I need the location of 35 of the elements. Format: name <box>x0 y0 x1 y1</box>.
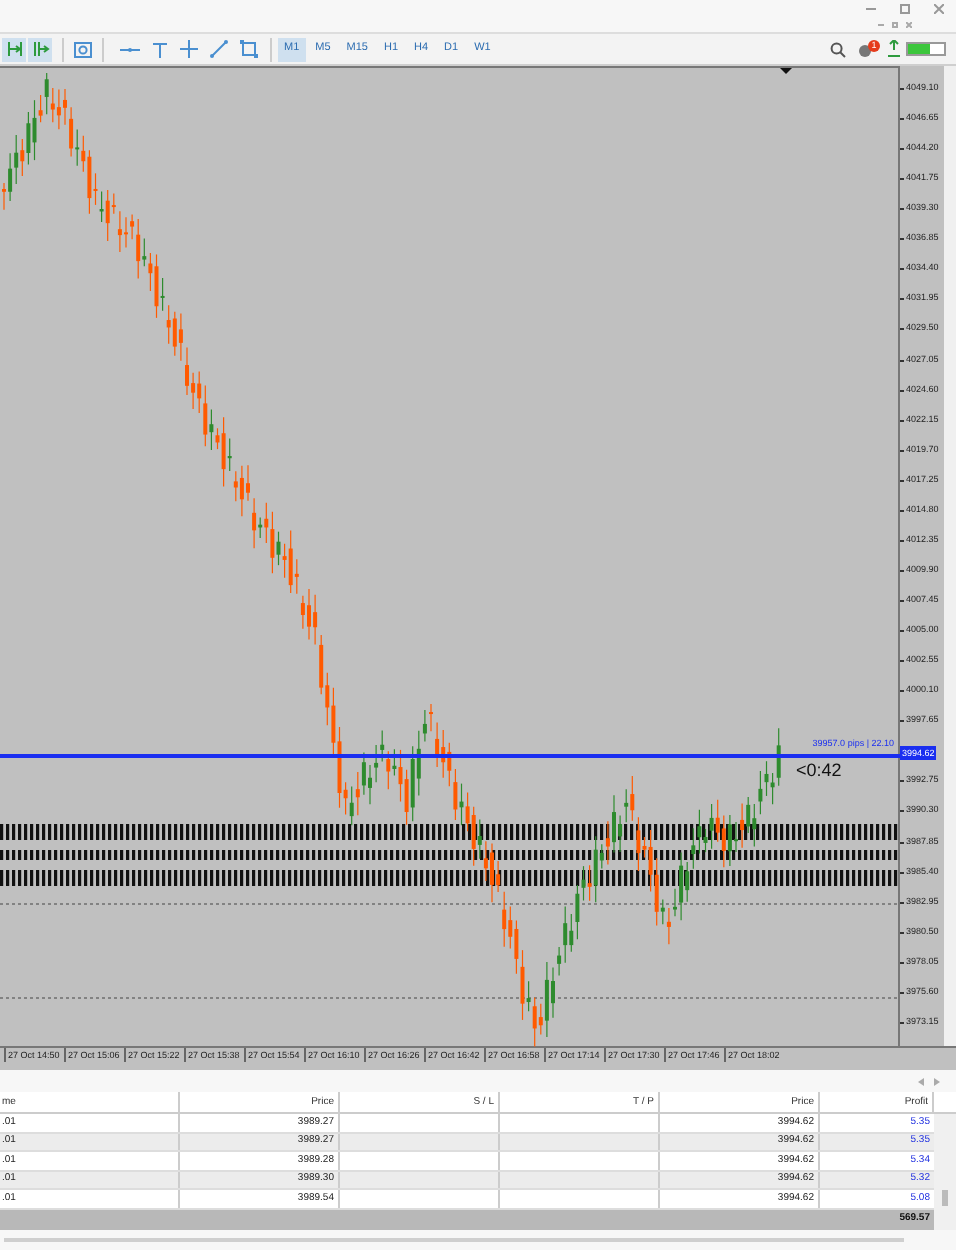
axis-tick <box>900 118 904 121</box>
close-icon[interactable] <box>906 22 912 28</box>
notification-icon[interactable] <box>858 43 872 57</box>
close-icon[interactable] <box>934 4 944 14</box>
scroll-left-icon[interactable] <box>918 1077 924 1085</box>
text-tool-icon[interactable] <box>152 41 168 57</box>
horizontal-scrollbar[interactable] <box>4 1237 904 1242</box>
axis-tick <box>900 991 904 994</box>
axis-tick <box>900 178 904 181</box>
scroll-right-icon[interactable] <box>934 1077 940 1085</box>
rectangle-tool-icon[interactable] <box>240 40 258 58</box>
axis-tick <box>900 509 904 512</box>
axis-tick <box>900 660 904 663</box>
vertical-scrollbar[interactable] <box>934 1114 956 1229</box>
axis-tick <box>900 479 904 482</box>
crosshair-icon[interactable] <box>180 40 198 58</box>
axis-tick <box>900 208 904 211</box>
autoscroll-icon[interactable] <box>28 37 52 61</box>
scrollbar-thumb[interactable] <box>942 1189 948 1205</box>
screenshot-icon[interactable] <box>74 40 92 58</box>
axis-tick <box>900 539 904 542</box>
maximize-icon[interactable] <box>900 4 910 14</box>
trend-line-icon[interactable] <box>210 40 228 58</box>
axis-tick <box>900 88 904 90</box>
signal-icon <box>888 40 900 58</box>
restore-icon[interactable] <box>892 22 898 28</box>
search-icon[interactable] <box>830 41 846 57</box>
countdown-label: <0:42 <box>796 762 842 780</box>
axis-tick <box>900 1021 904 1024</box>
axis-tick <box>900 569 904 572</box>
axis-tick <box>900 148 904 151</box>
chart-shift-icon[interactable] <box>2 37 26 61</box>
axis-tick <box>900 690 904 693</box>
axis-tick <box>900 630 904 633</box>
axis-tick <box>900 600 904 603</box>
